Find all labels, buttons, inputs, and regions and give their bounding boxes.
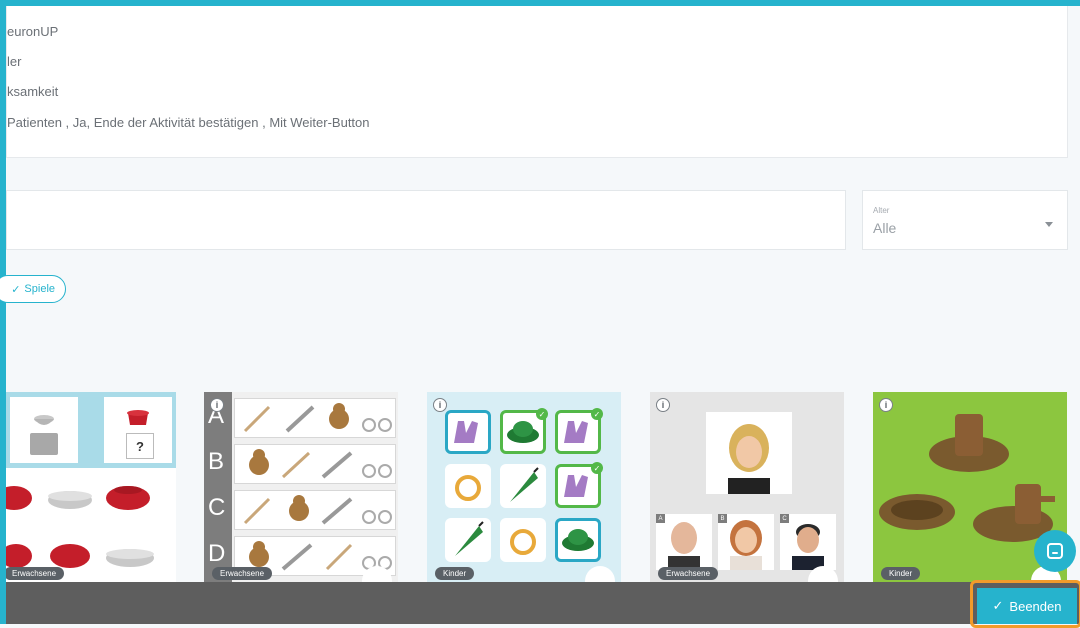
- finish-button[interactable]: ✓ Beenden: [977, 588, 1077, 624]
- hat-icon: [507, 421, 539, 443]
- target-face-photo: [706, 412, 792, 494]
- row-letter: C: [208, 494, 226, 521]
- filter-chip-label: Spiele: [24, 283, 55, 295]
- activity-card[interactable]: ? Erwachsene: [6, 392, 176, 582]
- info-line-author: euronUP: [7, 24, 59, 39]
- pots-grid-image: [6, 486, 154, 568]
- strainer-icon: [30, 415, 58, 455]
- sequence-cell: [500, 464, 546, 508]
- info-line-settings: Patienten , Ja, Ende der Aktivität bestä…: [7, 115, 370, 130]
- umbrella-icon: [510, 467, 539, 502]
- thumbnail-tile: [10, 397, 78, 463]
- age-select[interactable]: Alter Alle: [862, 190, 1068, 250]
- hat-icon: [562, 529, 594, 551]
- chat-button[interactable]: [1034, 530, 1076, 572]
- search-input[interactable]: [6, 190, 846, 250]
- activity-card[interactable]: A B C i Erwachsene: [650, 392, 844, 582]
- card-age-tag: Kinder: [881, 567, 921, 580]
- info-line-area: ksamkeit: [7, 84, 59, 99]
- info-icon[interactable]: i: [210, 398, 224, 412]
- option-label: B: [718, 514, 727, 523]
- activity-info-card: euronUP ler ksamkeit Patienten , Ja, End…: [6, 6, 1068, 158]
- check-icon: ✓: [591, 462, 603, 474]
- gloves-icon: [564, 475, 588, 497]
- gloves-icon: [454, 421, 478, 443]
- sequence-cell: [555, 518, 601, 562]
- sequence-cell: ✓: [555, 408, 603, 454]
- card-age-tag: Erwachsene: [658, 567, 719, 580]
- filter-chip-spiele[interactable]: ✓ Spiele: [0, 275, 66, 303]
- thumbnail-tile: ?: [104, 397, 172, 463]
- check-icon: ✓: [11, 283, 21, 296]
- sequence-cell: [445, 410, 491, 454]
- gloves-icon: [564, 421, 588, 443]
- row-letter: B: [208, 448, 225, 475]
- check-icon: ✓: [591, 408, 603, 420]
- row-objects-image: [243, 495, 392, 525]
- check-icon: ✓: [536, 408, 548, 420]
- ring-icon: [455, 475, 481, 501]
- object-row: [234, 490, 396, 530]
- sequence-cell: ✓: [555, 462, 603, 508]
- card-age-tag: Kinder: [435, 567, 475, 580]
- age-select-value: Alle: [873, 220, 897, 236]
- sequence-cell: [445, 464, 491, 508]
- chat-icon: [1047, 543, 1063, 559]
- activity-card[interactable]: ✓ ✓ ✓ i Kinder: [427, 392, 621, 582]
- age-select-label: Alter: [873, 206, 890, 215]
- row-letter: D: [208, 540, 226, 567]
- row-objects-image: [243, 403, 392, 433]
- card-play-button[interactable]: [585, 566, 615, 582]
- option-label: C: [780, 514, 789, 523]
- question-box: ?: [126, 433, 154, 459]
- chevron-down-icon: [1045, 222, 1053, 227]
- umbrella-icon: [455, 521, 484, 556]
- face-image: [728, 424, 770, 494]
- sequence-cell: [445, 518, 491, 562]
- object-row: [234, 398, 396, 438]
- info-icon[interactable]: i: [879, 398, 893, 412]
- object-row: [234, 444, 396, 484]
- ring-icon: [510, 529, 536, 555]
- card-age-tag: Erwachsene: [6, 567, 65, 580]
- finish-button-label: Beenden: [1009, 598, 1062, 614]
- row-objects-image: [249, 449, 392, 479]
- check-icon: ✓: [992, 598, 1004, 613]
- card-age-tag: Erwachsene: [212, 567, 273, 580]
- bottom-bar: [6, 582, 1080, 624]
- sequence-cell: ✓: [500, 408, 548, 454]
- info-icon[interactable]: i: [433, 398, 447, 412]
- activity-card[interactable]: A B C D i Erwachsene: [204, 392, 398, 582]
- option-label: A: [656, 514, 665, 523]
- info-icon[interactable]: i: [656, 398, 670, 412]
- info-line-type: ler: [7, 54, 22, 69]
- sequence-cell: [500, 518, 546, 562]
